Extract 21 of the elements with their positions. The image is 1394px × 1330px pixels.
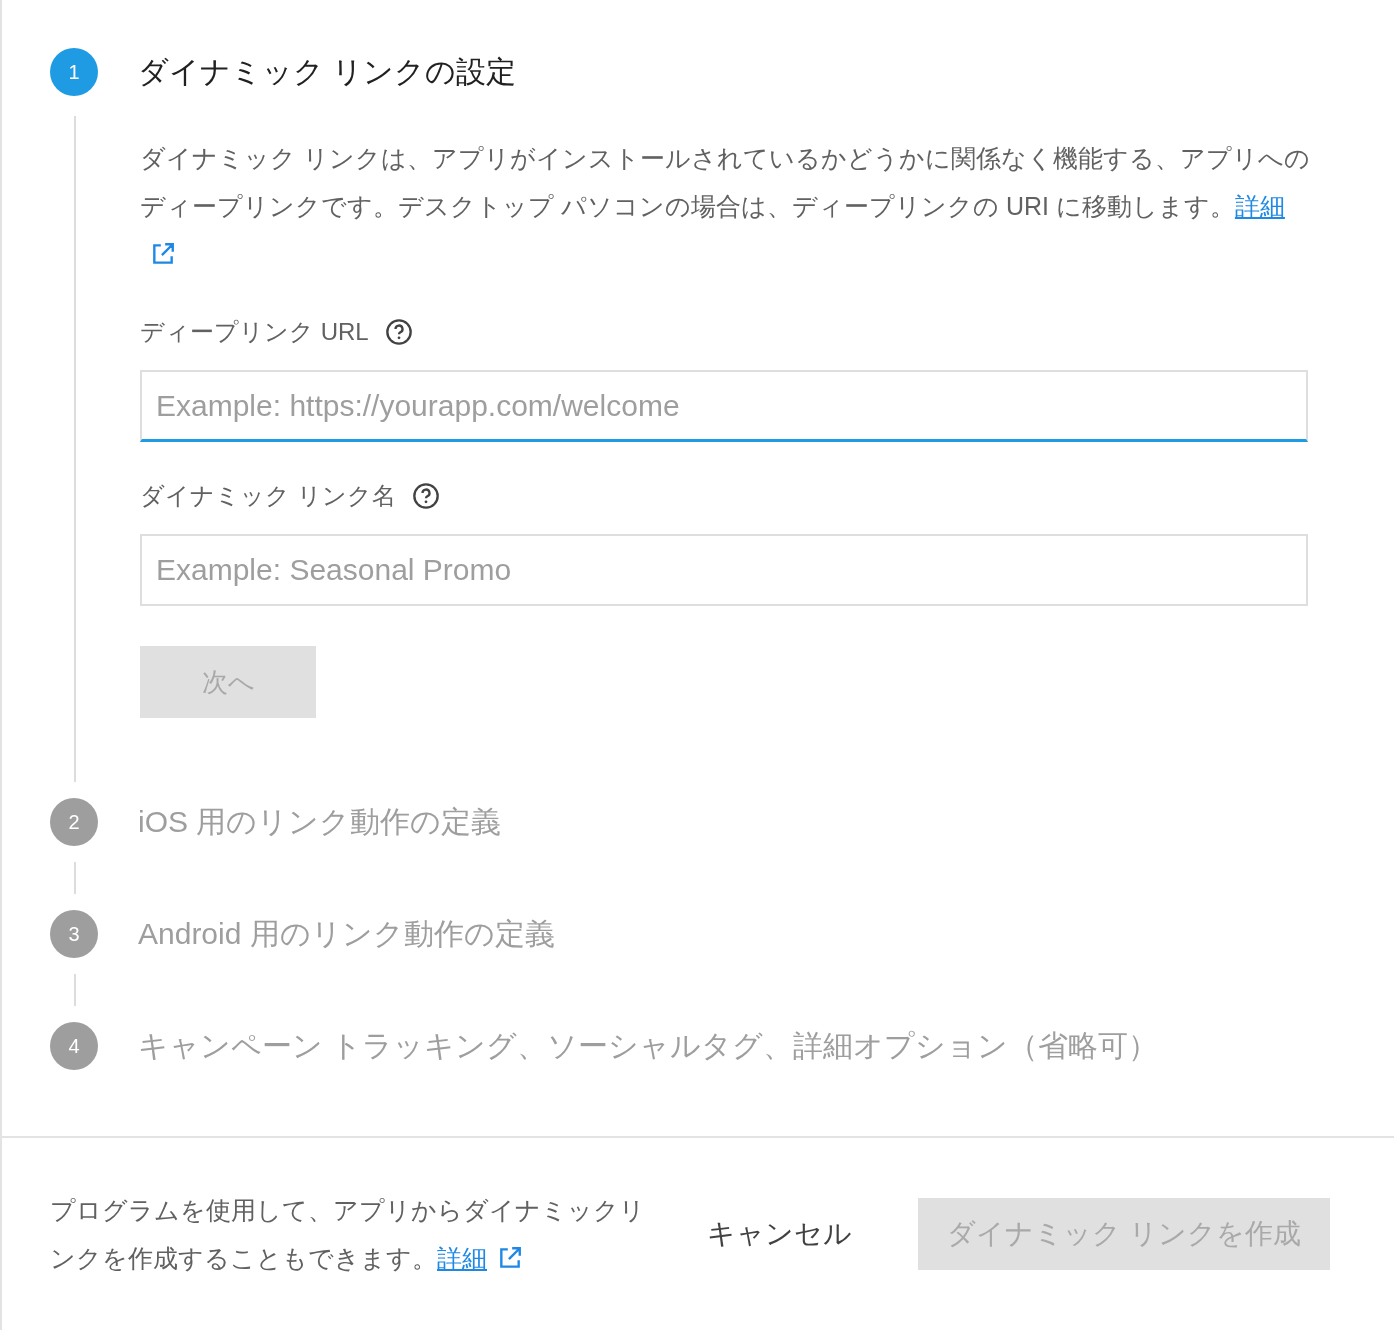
step-number: 3 bbox=[50, 910, 98, 958]
step-number: 4 bbox=[50, 1022, 98, 1070]
external-link-icon bbox=[150, 241, 176, 267]
footer-text: プログラムを使用して、アプリからダイナミックリンクを作成することもできます。詳細 bbox=[50, 1195, 646, 1274]
step-title[interactable]: キャンペーン トラッキング、ソーシャルタグ、詳細オプション（省略可） bbox=[138, 1025, 1159, 1067]
step-title[interactable]: Android 用のリンク動作の定義 bbox=[138, 913, 555, 955]
details-link[interactable]: 詳細 bbox=[437, 1244, 487, 1272]
step-title[interactable]: iOS 用のリンク動作の定義 bbox=[138, 801, 502, 843]
help-icon[interactable] bbox=[411, 482, 440, 510]
input-field[interactable]: Example: https://yourapp.com/welcome bbox=[140, 370, 1308, 442]
step-title[interactable]: ダイナミック リンクの設定 bbox=[138, 51, 517, 93]
field-label: ディープリンク URL bbox=[140, 317, 369, 347]
input-field[interactable]: Example: Seasonal Promo bbox=[140, 534, 1308, 606]
external-link-icon bbox=[497, 1245, 523, 1271]
step-number: 1 bbox=[50, 48, 98, 96]
description-text: ダイナミック リンクは、アプリがインストールされているかどうかに関係なく機能する、アプリへのディープリンクです。デスクトップ パソコンの場合は、ディープリンクの URI に移動します。詳細 bbox=[140, 116, 1320, 278]
details-link[interactable]: 詳細 bbox=[1234, 192, 1285, 220]
cancel-button[interactable]: キャンセル bbox=[691, 1205, 868, 1263]
field-label: ダイナミック リンク名 bbox=[140, 481, 396, 511]
step-number: 2 bbox=[50, 798, 98, 846]
help-icon[interactable] bbox=[384, 318, 413, 346]
